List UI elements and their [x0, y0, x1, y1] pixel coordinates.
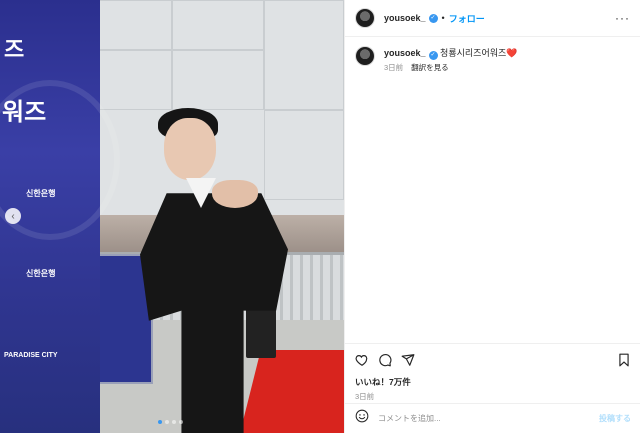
bookmark-icon[interactable]: [617, 353, 631, 367]
instagram-post-modal: 즈 워즈 신한은행 신한은행 PARADISE CITY ‹ yousoek_ …: [0, 0, 640, 433]
action-bar: いいね！7万件 3日前: [345, 343, 640, 402]
translate-link[interactable]: 翻訳を見る: [411, 63, 449, 72]
carousel-dot: [158, 420, 162, 424]
banner-sponsor-2: 신한은행: [26, 269, 56, 278]
carousel-dot: [179, 420, 183, 424]
caption: yousoek_ ✓ 청룡시리즈어워즈❤️ 3日前 翻訳を見る: [345, 37, 640, 73]
chevron-left-icon: ‹: [11, 210, 15, 222]
carousel-indicator: [158, 420, 183, 424]
banner-sponsor-3: PARADISE CITY: [4, 352, 58, 359]
share-icon[interactable]: [401, 353, 415, 367]
follow-button[interactable]: フォロー: [449, 12, 485, 25]
banner-text-b: 워즈: [2, 99, 47, 126]
like-count[interactable]: いいね！7万件: [355, 376, 631, 388]
comment-icon[interactable]: [378, 353, 392, 367]
heart-icon[interactable]: [355, 353, 369, 367]
banner-text-a: 즈: [4, 37, 25, 62]
emoji-icon[interactable]: [355, 409, 369, 428]
header-separator: •: [441, 13, 445, 23]
header-username[interactable]: yousoek_: [384, 13, 426, 23]
caption-username[interactable]: yousoek_: [384, 48, 426, 58]
post-photo[interactable]: 즈 워즈 신한은행 신한은행 PARADISE CITY ‹: [0, 0, 344, 433]
carousel-dot: [165, 420, 169, 424]
verified-badge-icon: ✓: [428, 51, 438, 60]
comment-bar: 投稿する: [345, 403, 640, 433]
verified-badge-icon: ✓: [428, 13, 438, 23]
subject-face: [164, 118, 216, 180]
caption-text: 청룡시리즈어워즈❤️: [440, 48, 518, 58]
post-header: yousoek_ ✓ • フォロー ···: [345, 0, 640, 37]
comment-input[interactable]: [378, 414, 599, 423]
banner-sponsor: 신한은행: [26, 189, 56, 198]
caption-time: 3日前: [384, 63, 404, 72]
avatar[interactable]: [355, 8, 375, 28]
post-side-panel: yousoek_ ✓ • フォロー ··· yousoek_ ✓ 청룡시리즈어워즈…: [344, 0, 640, 433]
more-options-icon[interactable]: ···: [615, 11, 630, 25]
post-comment-button[interactable]: 投稿する: [599, 413, 631, 424]
carousel-dot: [172, 420, 176, 424]
carousel-prev-button[interactable]: ‹: [5, 208, 21, 224]
caption-avatar[interactable]: [355, 46, 375, 66]
post-date: 3日前: [355, 392, 375, 401]
heart-hands: [212, 180, 258, 208]
